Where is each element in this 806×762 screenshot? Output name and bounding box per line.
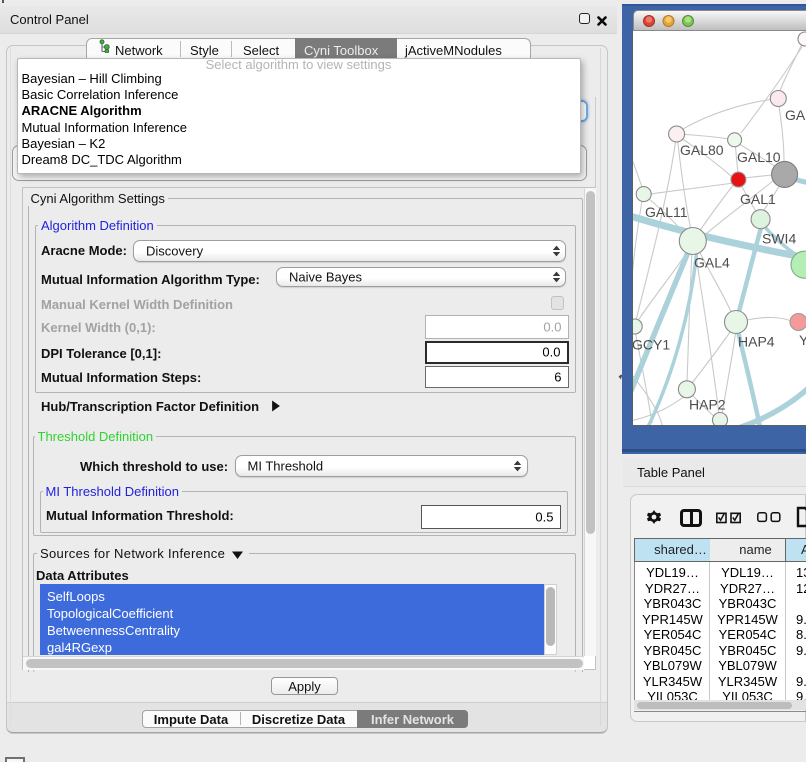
svg-text:GAL80: GAL80 bbox=[680, 142, 724, 158]
svg-text:GAL4: GAL4 bbox=[694, 255, 730, 271]
svg-text:GAL10: GAL10 bbox=[737, 149, 781, 165]
svg-text:GAL11: GAL11 bbox=[645, 204, 688, 220]
svg-text:SWI4: SWI4 bbox=[762, 231, 796, 247]
svg-text:HAP4: HAP4 bbox=[738, 334, 775, 350]
svg-text:GAL7: GAL7 bbox=[785, 107, 806, 123]
svg-text:GAL1: GAL1 bbox=[740, 191, 776, 207]
svg-text:HAP2: HAP2 bbox=[689, 397, 726, 413]
svg-text:YEL0: YEL0 bbox=[799, 332, 806, 348]
svg-text:GCY1: GCY1 bbox=[633, 337, 670, 353]
